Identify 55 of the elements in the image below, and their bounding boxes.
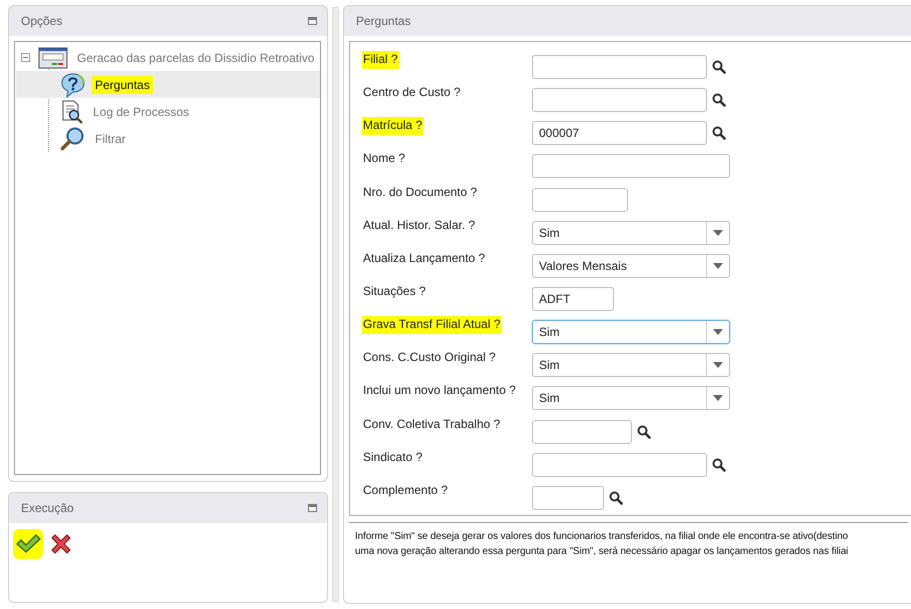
search-icon[interactable] [609, 490, 623, 505]
tree-item[interactable]: Log de Processos [16, 98, 320, 125]
search-icon[interactable] [712, 93, 726, 108]
help-text: Informe "Sim" se deseja gerar os valores dos funcionarios transferidos, na filial onde ele encontra-se ativo(destino [355, 530, 849, 544]
input-field[interactable] [532, 188, 628, 212]
minimize-button[interactable] [308, 504, 317, 512]
input-field[interactable] [532, 88, 707, 112]
input-field[interactable]: ADFT [532, 286, 614, 311]
search-icon[interactable] [712, 458, 726, 472]
document-magnifier-icon [60, 100, 84, 124]
field-label: Conv. Coletiva Trabalho ? [362, 416, 502, 433]
tree-item-label: Log de Processos [92, 104, 190, 120]
dropdown[interactable]: Sim [532, 386, 730, 410]
field-label: Cons. C.Custo Original ? [362, 349, 497, 366]
field-label: Nome ? [362, 150, 406, 168]
tree-item[interactable]: Filtrar [16, 125, 320, 152]
help-text: uma nova geração alterando essa pergunta para "Sim", será necessário apagar os lançamentos gerados nas filiai [355, 545, 850, 559]
field-label: Complemento ? [362, 482, 449, 499]
panel-title: Opções [21, 14, 62, 28]
tree-item-label: Geracao das parcelas do Dissidio Retroativo [76, 50, 316, 66]
input-field[interactable] [532, 486, 604, 510]
field-label: Grava Transf Filial Atual ? [362, 316, 502, 334]
dropdown[interactable]: Sim [532, 220, 730, 245]
search-icon[interactable] [637, 424, 651, 439]
search-icon[interactable] [712, 126, 726, 140]
search-icon[interactable] [712, 60, 726, 74]
question-bubble-icon [60, 72, 86, 98]
tree-item[interactable]: Geracao das parcelas do Dissidio Retroativo [15, 44, 320, 71]
field-label: Nro. do Documento ? [362, 184, 478, 201]
panel-title: Perguntas [356, 14, 411, 28]
window-icon [38, 46, 68, 68]
input-field[interactable] [532, 452, 707, 477]
input-field[interactable] [532, 420, 632, 444]
field-label: Inclui um novo lançamento ? [362, 382, 517, 400]
field-label: Matrícula ? [362, 117, 424, 136]
input-field[interactable] [532, 154, 730, 178]
field-label: Sindicato ? [362, 448, 424, 466]
minimize-button[interactable] [308, 17, 317, 25]
panel-title: Execução [21, 501, 74, 515]
magnifier-icon [60, 126, 86, 152]
dropdown[interactable]: Sim [532, 353, 730, 378]
input-field[interactable]: 000007 [532, 121, 707, 146]
field-label: Filial ? [362, 51, 399, 69]
dropdown[interactable]: Sim [532, 320, 730, 344]
tree-item-label: Perguntas [92, 76, 153, 94]
collapse-icon[interactable] [21, 53, 30, 62]
tree-item[interactable]: Perguntas [16, 71, 320, 98]
tree-item-label: Filtrar [94, 130, 127, 148]
confirm-button[interactable] [13, 529, 43, 559]
field-label: Atual. Histor. Salar. ? [362, 216, 476, 234]
field-label: Situações ? [362, 282, 427, 300]
dropdown[interactable]: Valores Mensais [532, 254, 730, 278]
field-label: Atualiza Lançamento ? [362, 250, 486, 267]
input-field[interactable] [532, 55, 707, 79]
field-label: Centro de Custo ? [362, 84, 462, 102]
